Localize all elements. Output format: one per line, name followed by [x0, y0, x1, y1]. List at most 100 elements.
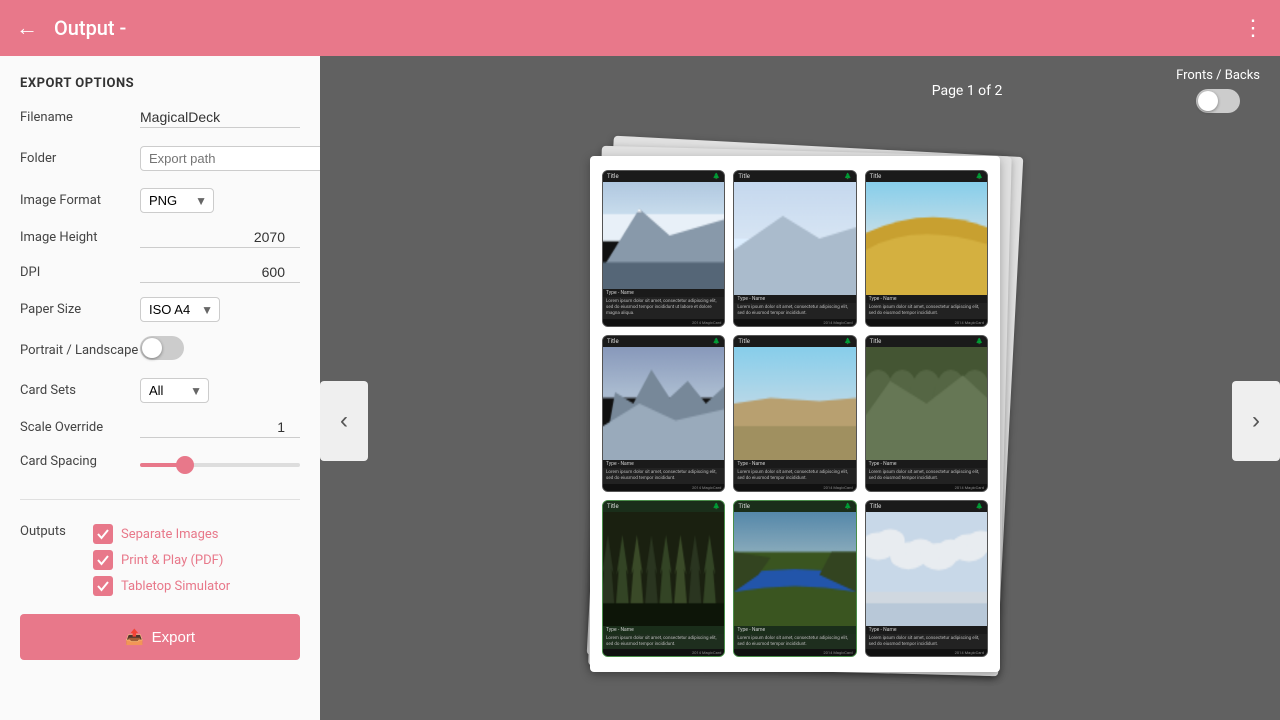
card-6-header: Title 🌲	[866, 336, 987, 347]
right-panel: Page 1 of 2 Fronts / Backs ‹	[320, 56, 1280, 720]
outputs-label: Outputs	[20, 524, 85, 539]
card-9-header: Title 🌲	[866, 501, 987, 512]
card-1-header: Title 🌲	[603, 171, 724, 182]
dpi-control	[140, 262, 300, 283]
paper-stack: Title 🌲 Type - Name Lorem ipsum dolor si…	[590, 156, 1010, 686]
card-9-canvas	[866, 512, 987, 626]
card-6-type: Type - Name	[866, 460, 987, 468]
export-button[interactable]: 📤 Export	[20, 614, 300, 660]
card-3-text: Lorem ipsum dolor sit amet, consectetur …	[866, 303, 987, 319]
card-5: Title 🌲 Type - Name Lorem ipsum dolor si…	[733, 335, 856, 492]
separate-images-check[interactable]: Separate Images	[93, 524, 230, 544]
card-4-title: Title	[607, 338, 619, 345]
page-title: Output -	[54, 16, 1242, 40]
card-3-header: Title 🌲	[866, 171, 987, 182]
card-sets-select[interactable]: AllSet 1Set 2	[149, 383, 200, 398]
filename-label: Filename	[20, 110, 140, 125]
tabletop-simulator-check[interactable]: Tabletop Simulator	[93, 576, 230, 596]
card-2-header: Title 🌲	[734, 171, 855, 182]
dpi-input[interactable]	[140, 262, 300, 283]
image-height-label: Image Height	[20, 230, 140, 245]
card-6: Title 🌲 Type - Name Lorem ipsum dolor si…	[865, 335, 988, 492]
back-button[interactable]: ←	[16, 15, 38, 41]
card-2-type: Type - Name	[734, 295, 855, 303]
preview-area: ‹ Title 🌲 Type - Nam	[320, 121, 1280, 720]
fronts-backs-toggle-thumb	[1198, 91, 1218, 111]
folder-label: Folder	[20, 151, 140, 166]
card-3-image	[866, 182, 987, 296]
portrait-toggle[interactable]	[140, 336, 184, 360]
dpi-row: DPI	[20, 262, 300, 283]
card-5-header: Title 🌲	[734, 336, 855, 347]
outputs-row: Outputs Separate Images	[20, 524, 300, 596]
image-height-row: Image Height	[20, 227, 300, 248]
paper-size-control: ISO A4LetterLegalA3 ▼	[140, 297, 300, 322]
card-sets-label: Card Sets	[20, 383, 140, 398]
image-height-input[interactable]	[140, 227, 300, 248]
filename-row: Filename	[20, 107, 300, 128]
card-8-mana: 🌲	[844, 503, 851, 510]
card-4-image	[603, 347, 724, 461]
image-format-select[interactable]: PNGJPGWebP	[149, 193, 205, 208]
separate-images-checkbox[interactable]	[93, 524, 113, 544]
prev-page-button[interactable]: ‹	[320, 381, 368, 461]
card-7-text: Lorem ipsum dolor sit amet, consectetur …	[603, 634, 724, 650]
card-3-title: Title	[870, 173, 882, 180]
card-3: Title 🌲 Type - Name Lorem ipsum dolor si…	[865, 170, 988, 327]
card-9: Title 🌲 Type - Name Lorem ipsum dolor si…	[865, 500, 988, 657]
image-format-row: Image Format PNGJPGWebP ▼	[20, 188, 300, 213]
card-2-footer: 2014 MagicCard	[734, 319, 855, 326]
filename-input[interactable]	[140, 107, 300, 128]
checkmark-icon	[96, 579, 110, 593]
fronts-backs-label: Fronts / Backs	[1176, 68, 1260, 83]
folder-control: 🔍	[140, 142, 320, 174]
paper-size-select-wrapper: ISO A4LetterLegalA3 ▼	[140, 297, 220, 322]
card-sets-select-wrapper: AllSet 1Set 2 ▼	[140, 378, 209, 403]
page-info: Page 1 of 2	[758, 83, 1176, 99]
card-5-image	[734, 347, 855, 461]
paper-size-select[interactable]: ISO A4LetterLegalA3	[149, 302, 211, 317]
card-4-header: Title 🌲	[603, 336, 724, 347]
print-play-checkbox[interactable]	[93, 550, 113, 570]
more-menu-button[interactable]: ⋮	[1242, 15, 1264, 41]
image-format-control: PNGJPGWebP ▼	[140, 188, 300, 213]
card-4: Title 🌲 Type - Name Lorem ipsum dolor si…	[602, 335, 725, 492]
folder-input[interactable]	[140, 146, 320, 171]
card-sets-row: Card Sets AllSet 1Set 2 ▼	[20, 378, 300, 403]
image-format-label: Image Format	[20, 193, 140, 208]
tabletop-simulator-checkbox[interactable]	[93, 576, 113, 596]
card-8: Title 🌲 Type - Name Lorem ipsum dolor si…	[733, 500, 856, 657]
scale-override-row: Scale Override	[20, 417, 300, 438]
card-6-footer: 2014 MagicCard	[866, 484, 987, 491]
card-6-canvas	[866, 347, 987, 461]
card-4-type: Type - Name	[603, 460, 724, 468]
card-8-footer: 2014 MagicCard	[734, 649, 855, 656]
card-9-mana: 🌲	[976, 503, 983, 510]
card-9-title: Title	[870, 503, 882, 510]
card-4-canvas	[603, 347, 724, 461]
scale-override-input[interactable]	[140, 417, 300, 438]
next-page-button[interactable]: ›	[1232, 381, 1280, 461]
separate-images-label: Separate Images	[121, 527, 219, 542]
card-spacing-slider[interactable]	[140, 463, 300, 467]
card-8-type: Type - Name	[734, 626, 855, 634]
card-spacing-control	[140, 452, 300, 471]
card-2-canvas	[734, 182, 855, 296]
paper-size-row: Paper Size ISO A4LetterLegalA3 ▼	[20, 297, 300, 322]
card-6-text: Lorem ipsum dolor sit amet, consectetur …	[866, 468, 987, 484]
card-9-image	[866, 512, 987, 626]
export-button-label: Export	[152, 629, 195, 646]
card-3-footer: 2014 MagicCard	[866, 319, 987, 326]
top-bar: ← Output - ⋮	[0, 0, 1280, 56]
dpi-label: DPI	[20, 265, 140, 280]
card-spacing-label: Card Spacing	[20, 454, 140, 469]
card-8-text: Lorem ipsum dolor sit amet, consectetur …	[734, 634, 855, 650]
card-6-mana: 🌲	[976, 338, 983, 345]
print-play-check[interactable]: Print & Play (PDF)	[93, 550, 230, 570]
card-2-title: Title	[738, 173, 750, 180]
card-5-footer: 2014 MagicCard	[734, 484, 855, 491]
left-panel: EXPORT OPTIONS Filename Folder 🔍 Image F…	[0, 56, 320, 720]
card-5-title: Title	[738, 338, 750, 345]
fronts-backs-toggle[interactable]	[1196, 89, 1240, 113]
card-8-canvas	[734, 512, 855, 626]
